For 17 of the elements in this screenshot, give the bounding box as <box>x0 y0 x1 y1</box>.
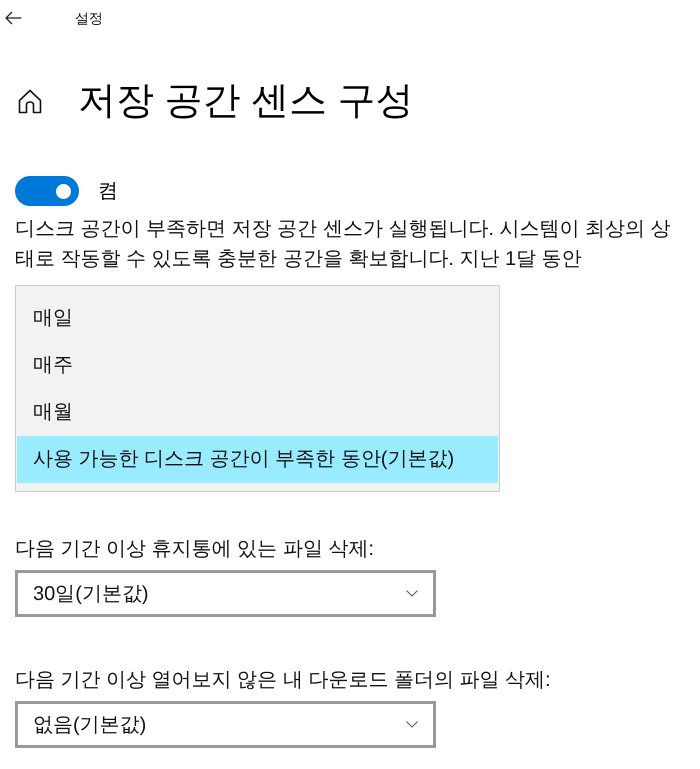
dropdown-field[interactable]: 30일(기본값) <box>15 570 436 617</box>
home-icon[interactable] <box>18 88 42 114</box>
description-text: 디스크 공간이 부족하면 저장 공간 센스가 실행됩니다. 시스템이 최상의 상태로 작동할 수 있도록 충분한 공간을 확보합니다. 지난 1달 동안 <box>15 217 672 272</box>
toggle-label: 켬 <box>98 179 118 204</box>
chevron-down-icon <box>406 721 418 728</box>
setting-label: 다음 기간 이상 열어보지 않은 내 다운로드 폴더의 파일 삭제: <box>15 668 551 693</box>
dropdown-option[interactable]: 매주 <box>17 342 498 389</box>
dropdown-option[interactable]: 매월 <box>17 389 498 436</box>
chevron-down-icon <box>406 590 418 597</box>
dropdown-option[interactable]: 사용 가능한 디스크 공간이 부족한 동안(기본값) <box>17 436 498 483</box>
app-title: 설정 <box>75 9 103 27</box>
dropdown-field[interactable]: 없음(기본값) <box>15 701 436 748</box>
dropdown-option[interactable]: 매일 <box>17 295 498 342</box>
page-title: 저장 공간 센스 구성 <box>78 79 414 124</box>
toggle-switch[interactable] <box>15 176 79 206</box>
setting-label: 다음 기간 이상 휴지통에 있는 파일 삭제: <box>15 537 374 562</box>
back-icon[interactable] <box>5 11 22 25</box>
